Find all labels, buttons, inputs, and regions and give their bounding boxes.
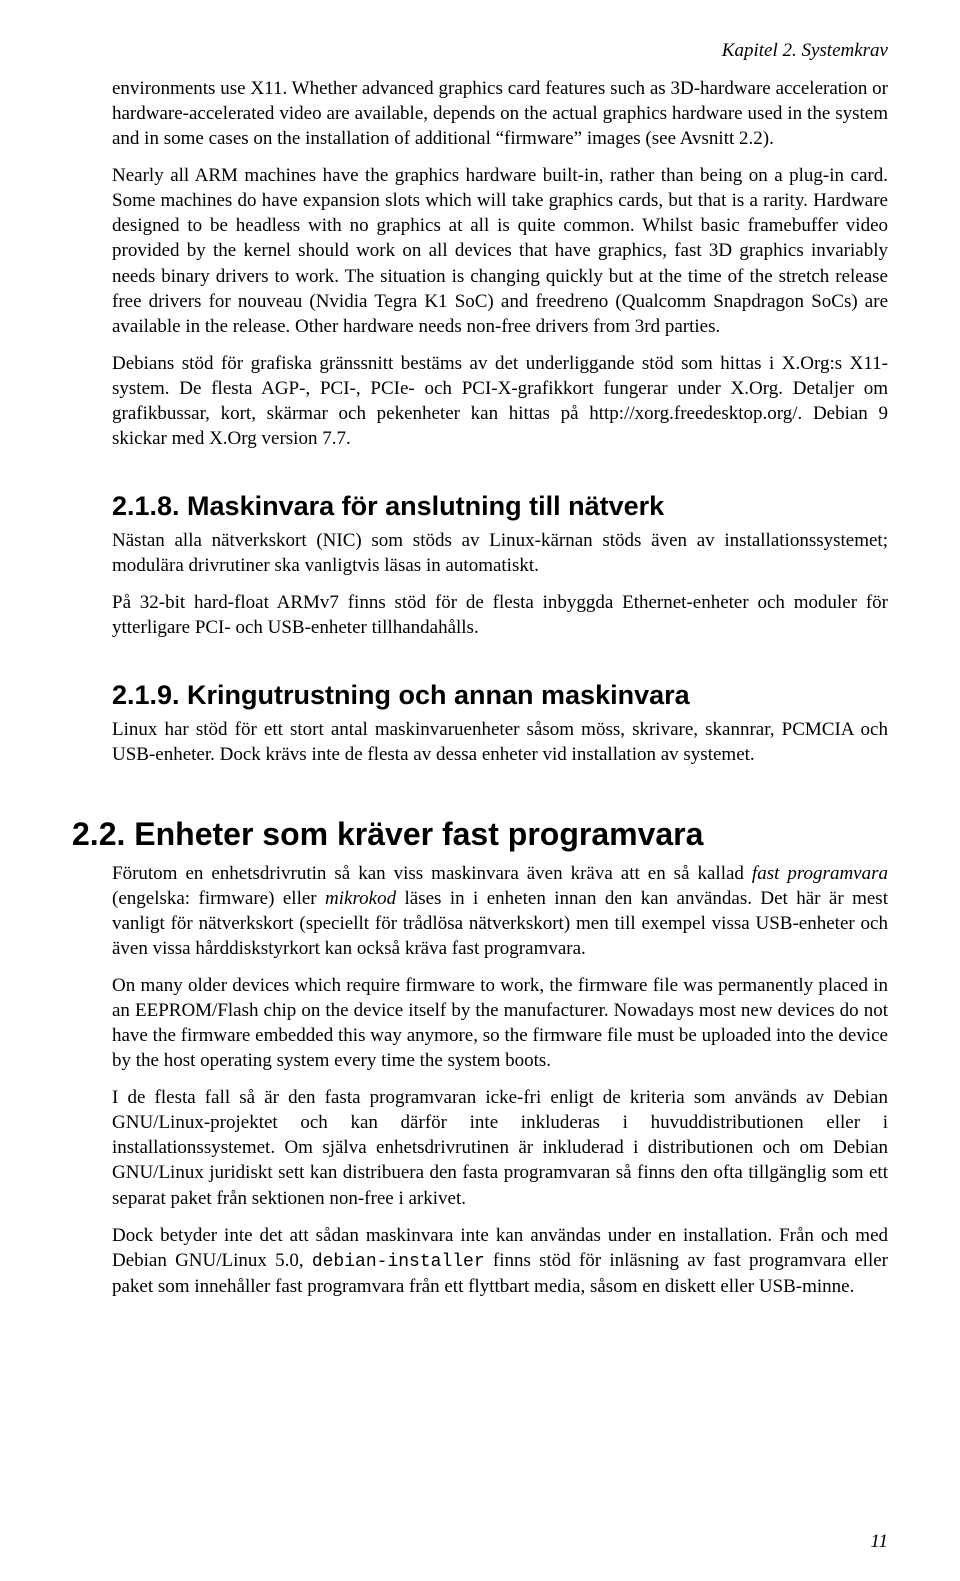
emphasized-text: mikrokod: [325, 888, 396, 909]
section-2-1-continuation: environments use X11. Whether advanced g…: [112, 76, 888, 768]
document-page: Kapitel 2. Systemkrav environments use X…: [0, 0, 960, 1581]
text: Förutom en enhetsdrivrutin så kan viss m…: [112, 863, 752, 884]
code-text: debian-installer: [312, 1252, 485, 1272]
paragraph: On many older devices which require firm…: [112, 973, 888, 1073]
text: (engelska: firmware) eller: [112, 888, 325, 909]
paragraph: Dock betyder inte det att sådan maskinva…: [112, 1223, 888, 1300]
paragraph: Linux har stöd för ett stort antal maski…: [112, 717, 888, 767]
paragraph: I de flesta fall så är den fasta program…: [112, 1085, 888, 1210]
paragraph: Debians stöd för grafiska gränssnitt bes…: [112, 351, 888, 451]
paragraph: Nearly all ARM machines have the graphic…: [112, 163, 888, 339]
heading-2-2: 2.2. Enheter som kräver fast programvara: [72, 816, 888, 853]
running-header: Kapitel 2. Systemkrav: [72, 40, 888, 62]
section-2-2: 2.2. Enheter som kräver fast programvara…: [72, 816, 888, 1300]
heading-2-1-8: 2.1.8. Maskinvara för anslutning till nä…: [112, 491, 888, 522]
paragraph: På 32-bit hard-float ARMv7 finns stöd fö…: [112, 590, 888, 640]
paragraph: Förutom en enhetsdrivrutin så kan viss m…: [112, 861, 888, 961]
paragraph: environments use X11. Whether advanced g…: [112, 76, 888, 151]
heading-2-1-9: 2.1.9. Kringutrustning och annan maskinv…: [112, 680, 888, 711]
paragraph: Nästan alla nätverkskort (NIC) som stöds…: [112, 528, 888, 578]
page-number: 11: [870, 1531, 888, 1553]
emphasized-text: fast programvara: [752, 863, 888, 884]
